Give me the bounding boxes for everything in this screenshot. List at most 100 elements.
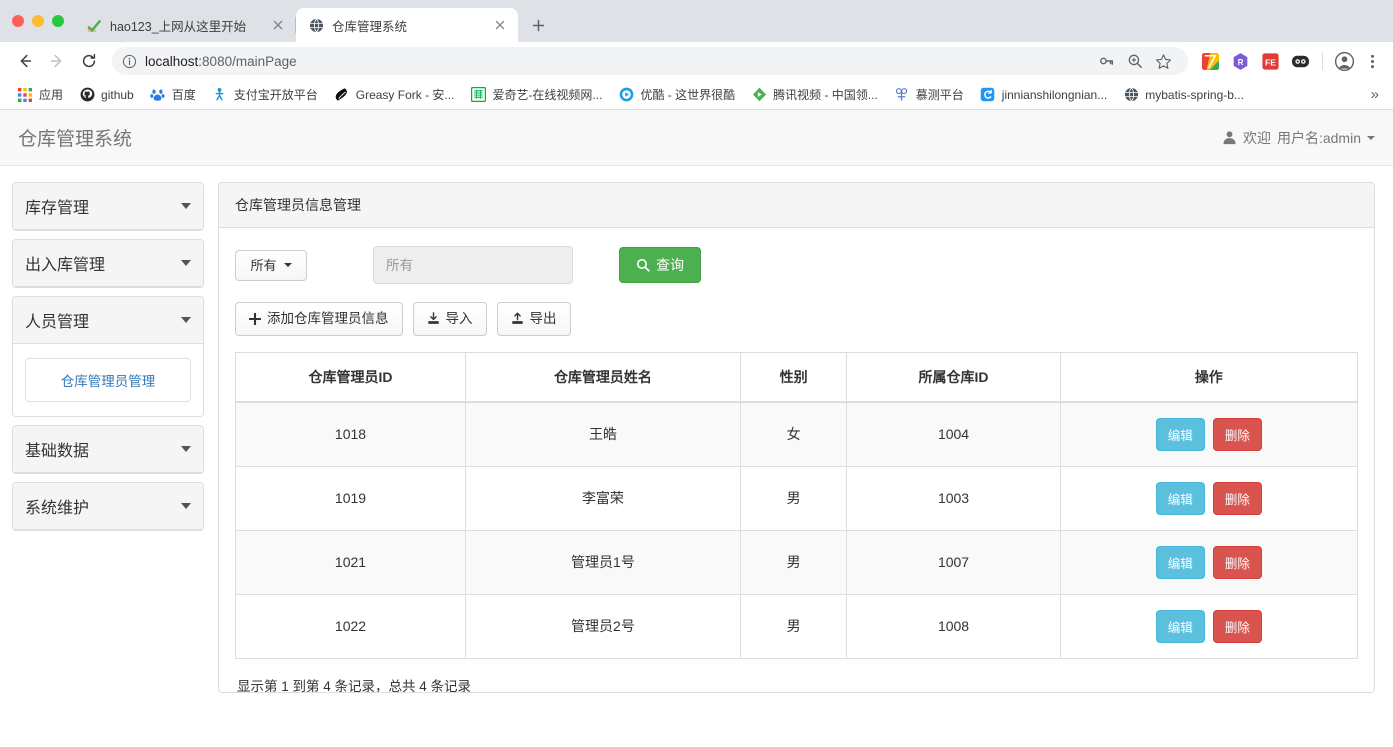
column-header-warehouse-id: 所属仓库ID: [846, 351, 1061, 403]
delete-button[interactable]: 删除: [1212, 545, 1262, 579]
sidebar-submenu: 仓库管理员管理: [13, 344, 203, 416]
bookmark-tencent-video[interactable]: 腾讯视频 - 中国领...: [744, 83, 885, 106]
edit-button[interactable]: 编辑: [1155, 417, 1205, 451]
table-header: 仓库管理员ID 仓库管理员姓名 性别 所属仓库ID 操作: [235, 351, 1359, 403]
sidebar-item-warehouse-admin-management[interactable]: 仓库管理员管理: [25, 358, 191, 402]
close-icon[interactable]: [492, 17, 508, 33]
greasyfork-icon: [334, 87, 350, 103]
bookmark-label: 腾讯视频 - 中国领...: [773, 88, 878, 102]
user-greeting: 欢迎: [1242, 129, 1271, 146]
back-button[interactable]: [10, 46, 40, 76]
bookmark-youku[interactable]: 优酷 - 这世界很酷: [611, 83, 742, 106]
filter-toolbar: 所有 查询: [235, 246, 1358, 284]
sidebar-item-personnel[interactable]: 人员管理 仓库管理员管理: [12, 296, 204, 417]
bookmark-label: jinnianshilongnian...: [1001, 87, 1108, 102]
dark-eyes-icon[interactable]: [1288, 49, 1312, 73]
cell-warehouse-id: 1008: [846, 593, 1061, 659]
sidebar-item-in-out-storage[interactable]: 出入库管理: [12, 239, 204, 288]
colorful-seven-icon[interactable]: [1198, 49, 1222, 73]
column-header-name: 仓库管理员姓名: [465, 351, 741, 403]
add-admin-label: 添加仓库管理员信息: [267, 311, 389, 326]
filter-field-dropdown[interactable]: 所有: [235, 249, 307, 281]
cell-actions: 编辑 删除: [1059, 593, 1359, 659]
admins-table: 仓库管理员ID 仓库管理员姓名 性别 所属仓库ID 操作 1018 王皓 女 1…: [235, 351, 1359, 659]
tab-title: hao123_上网从这里开始: [110, 19, 247, 34]
bookmark-apps[interactable]: 应用: [10, 83, 70, 106]
hao123-icon: hao: [86, 17, 102, 33]
minimize-window-button[interactable]: [32, 15, 44, 27]
export-icon: [511, 312, 524, 325]
csdn-icon: [980, 87, 996, 103]
export-button[interactable]: 导出: [496, 302, 571, 336]
add-admin-button[interactable]: 添加仓库管理员信息: [235, 302, 403, 336]
cell-warehouse-id: 1007: [846, 529, 1061, 595]
fe-red-icon[interactable]: FE: [1258, 49, 1282, 73]
sidebar-item-inventory[interactable]: 库存管理: [12, 182, 204, 231]
sidebar-item-header[interactable]: 人员管理: [13, 297, 203, 344]
browser-tab-1[interactable]: hao hao123_上网从这里开始: [74, 8, 296, 42]
edit-button[interactable]: 编辑: [1155, 609, 1205, 643]
search-input[interactable]: [373, 246, 573, 284]
reload-button[interactable]: [74, 46, 104, 76]
edit-button[interactable]: 编辑: [1155, 545, 1205, 579]
svg-text:FE: FE: [1265, 57, 1276, 67]
maximize-window-button[interactable]: [52, 15, 64, 27]
sidebar-item-header[interactable]: 出入库管理: [13, 240, 203, 287]
star-icon[interactable]: [1150, 48, 1176, 74]
forward-button[interactable]: [42, 46, 72, 76]
mooctest-icon: [894, 87, 910, 103]
import-button[interactable]: 导入: [412, 302, 487, 336]
sidebar-item-label: 出入库管理: [25, 257, 106, 274]
sidebar-item-label: 库存管理: [25, 200, 90, 217]
export-label: 导出: [529, 311, 557, 326]
bookmark-label: 慕测平台: [915, 88, 964, 102]
account-circle-icon[interactable]: [1331, 48, 1357, 74]
delete-button[interactable]: 删除: [1212, 481, 1262, 515]
table-row: 1018 王皓 女 1004 编辑 删除: [235, 401, 1359, 467]
close-window-button[interactable]: [12, 15, 24, 27]
sidebar-item-header[interactable]: 系统维护: [13, 483, 203, 530]
close-icon[interactable]: [270, 17, 286, 33]
bookmark-alipay[interactable]: 支付宝开放平台: [205, 83, 325, 106]
address-bar-url: localhost:8080/mainPage: [145, 54, 297, 69]
row-action-group: 编辑 删除: [1067, 609, 1351, 643]
three-dots-menu-icon[interactable]: [1359, 48, 1385, 74]
cell-actions: 编辑 删除: [1059, 529, 1359, 595]
bookmark-iqiyi[interactable]: 爱奇艺-在线视频网...: [463, 83, 609, 106]
tab-title: 仓库管理系统: [332, 19, 408, 34]
sidebar-item-header[interactable]: 库存管理: [13, 183, 203, 230]
bookmark-greasyfork[interactable]: Greasy Fork - 安...: [327, 83, 462, 106]
svg-text:R: R: [1237, 57, 1243, 66]
sidebar-item-header[interactable]: 基础数据: [13, 426, 203, 473]
user-menu[interactable]: 欢迎 用户名:admin: [1222, 128, 1375, 148]
key-icon[interactable]: [1094, 48, 1120, 74]
zoom-icon[interactable]: [1122, 48, 1148, 74]
table-header-row: 仓库管理员ID 仓库管理员姓名 性别 所属仓库ID 操作: [235, 351, 1359, 403]
purple-hex-r-icon[interactable]: R: [1228, 49, 1252, 73]
delete-button[interactable]: 删除: [1212, 609, 1262, 643]
bookmark-mooctest[interactable]: 慕测平台: [887, 83, 971, 106]
tencent-video-icon: [751, 87, 767, 103]
sidebar-item-basic-data[interactable]: 基础数据: [12, 425, 204, 474]
column-header-id: 仓库管理员ID: [235, 351, 466, 403]
bookmark-baidu[interactable]: 百度: [143, 83, 203, 106]
browser-tab-2[interactable]: 仓库管理系统: [296, 8, 518, 42]
github-icon: [79, 87, 95, 103]
admin-management-card: 仓库管理员信息管理 所有 所有 查询 添加仓库管理员信息 导入 导出 仓库管理员…: [218, 182, 1375, 693]
card-body: 所有 查询: [219, 228, 1374, 692]
import-icon: [427, 312, 440, 325]
search-button[interactable]: 查询: [619, 247, 701, 283]
new-tab-button[interactable]: [524, 11, 552, 39]
address-bar[interactable]: localhost:8080/mainPage: [112, 47, 1188, 75]
edit-button[interactable]: 编辑: [1155, 481, 1205, 515]
cell-gender: 男: [739, 465, 848, 531]
bookmark-jinnianshilongnian[interactable]: jinnianshilongnian...: [973, 84, 1114, 106]
bookmark-github[interactable]: github: [72, 84, 141, 106]
sidebar-item-system-maintenance[interactable]: 系统维护: [12, 482, 204, 531]
bookmark-label: 优酷 - 这世界很酷: [640, 88, 736, 102]
delete-button[interactable]: 删除: [1212, 417, 1262, 451]
bookmarks-overflow-button[interactable]: »: [1363, 86, 1387, 103]
bookmark-mybatis-spring[interactable]: mybatis-spring-b...: [1116, 84, 1251, 106]
cell-name: 管理员1号: [465, 529, 741, 595]
user-name: 用户名:admin: [1276, 129, 1361, 146]
